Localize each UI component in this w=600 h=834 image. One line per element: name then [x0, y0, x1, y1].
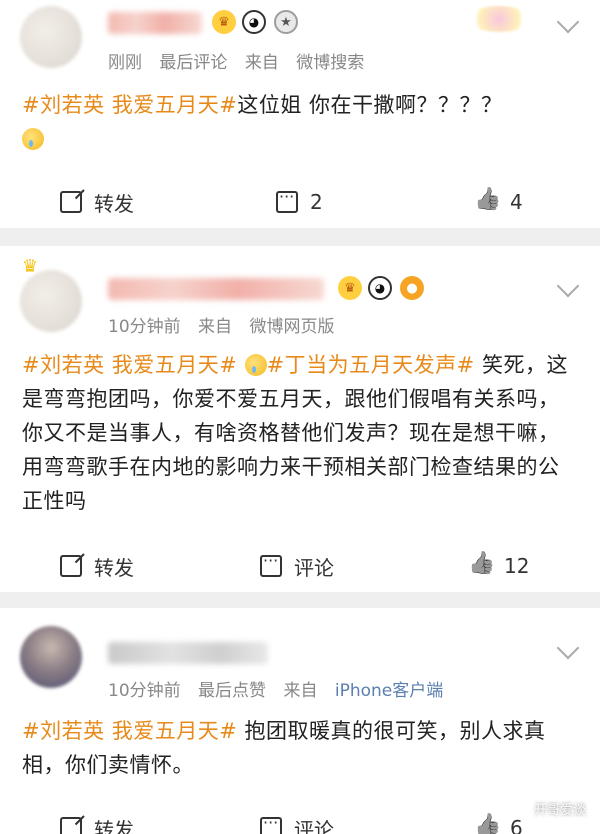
post-source[interactable]: iPhone客户端 — [335, 681, 443, 701]
share-icon — [60, 555, 82, 577]
avatar[interactable] — [20, 270, 82, 332]
thumbs-up-icon — [470, 555, 492, 577]
chevron-down-icon[interactable] — [556, 10, 580, 34]
avatar[interactable] — [20, 6, 82, 68]
like-count: 4 — [510, 190, 523, 214]
sweat-emoji-icon — [244, 354, 267, 376]
chevron-down-icon[interactable] — [556, 274, 580, 298]
share-icon — [60, 817, 82, 834]
comment-icon — [276, 187, 298, 213]
comment-icon — [260, 813, 282, 834]
comment-button[interactable]: 2 — [276, 182, 323, 222]
comment-text: #刘若英 我爱五月天# #丁当为五月天发声# 笑死，这是弯弯抱团吗，你爱不爱五月… — [22, 348, 576, 518]
like-count: 12 — [504, 554, 530, 578]
avatar[interactable] — [20, 626, 82, 688]
comment-text: #刘若英 我爱五月天#这位姐 你在干撒啊？？？？ — [22, 88, 576, 156]
comment-button[interactable]: 评论 — [260, 808, 334, 834]
like-button[interactable]: 6 — [476, 808, 523, 834]
comment-button[interactable]: 评论 — [260, 546, 334, 586]
post-flag: 最后点赞 — [198, 681, 267, 701]
comment-text: #刘若英 我爱五月天# 抱团取暖真的很可笑，别人求真相，你们卖情怀。 — [22, 714, 576, 782]
post-time: 刚刚 — [108, 53, 142, 73]
comment-label: 评论 — [294, 817, 334, 834]
thumbs-up-icon — [476, 191, 498, 213]
crown-icon: ♛ — [22, 256, 39, 277]
share-label: 转发 — [94, 191, 134, 216]
share-icon — [60, 191, 82, 213]
post-source: 微博网页版 — [249, 317, 335, 337]
comment-label: 评论 — [294, 555, 334, 580]
source-prefix: 来自 — [244, 53, 279, 73]
panda-badge-icon: ◕ — [242, 10, 266, 34]
comment-card-1: ♛ ◕ ★ 刚刚 最后评论 来自 微博搜索 #刘若英 我爱五月天#这位姐 你在干… — [0, 0, 600, 228]
chevron-down-icon[interactable] — [556, 636, 580, 660]
post-time: 10分钟前 — [108, 317, 181, 337]
comment-count: 2 — [310, 190, 323, 214]
share-label: 转发 — [94, 555, 134, 580]
action-bar: 转发 评论 6 — [0, 808, 600, 834]
post-meta: 刚刚 最后评论 来自 微博搜索 — [108, 48, 376, 73]
username-blurred[interactable] — [108, 642, 268, 664]
crown-badge-icon: ♛ — [338, 276, 362, 300]
sweat-emoji-icon — [22, 128, 44, 150]
like-button[interactable]: 4 — [476, 182, 523, 222]
hashtag-link-2[interactable]: #丁当为五月天发声# — [267, 353, 475, 377]
post-meta: 10分钟前 来自 微博网页版 — [108, 312, 346, 337]
share-label: 转发 — [94, 817, 134, 834]
like-count: 6 — [510, 816, 523, 834]
comment-body: 这位姐 你在干撒啊？？？？ — [237, 93, 503, 117]
source-prefix: 来自 — [283, 681, 318, 701]
like-button[interactable]: 12 — [470, 546, 529, 586]
comment-card-3: 10分钟前 最后点赞 来自 iPhone客户端 #刘若英 我爱五月天# 抱团取暖… — [0, 608, 600, 834]
decoration-icon — [468, 6, 530, 32]
crown-badge-icon: ♛ — [212, 10, 236, 34]
hashtag-link[interactable]: #刘若英 我爱五月天# — [22, 353, 237, 377]
share-button[interactable]: 转发 — [60, 546, 134, 586]
watermark: 开哥爱谈 — [533, 803, 586, 818]
post-source: 微博搜索 — [296, 53, 365, 73]
hashtag-link[interactable]: #刘若英 我爱五月天# — [22, 719, 237, 743]
hashtag-link[interactable]: #刘若英 我爱五月天# — [22, 93, 237, 117]
panda-badge-icon: ◕ — [368, 276, 392, 300]
source-prefix: 来自 — [198, 317, 233, 337]
action-bar: 转发 2 4 — [0, 182, 600, 222]
comment-body: 笑死，这是弯弯抱团吗，你爱不爱五月天，跟他们假唱有关系吗，你又不是当事人，有啥资… — [22, 353, 568, 513]
medal-badge-icon: ★ — [274, 10, 298, 34]
comment-icon — [260, 551, 282, 577]
post-meta: 10分钟前 最后点赞 来自 iPhone客户端 — [108, 676, 443, 701]
post-time: 10分钟前 — [108, 681, 181, 701]
fish-badge-icon: ● — [400, 276, 424, 300]
username-blurred[interactable] — [108, 278, 324, 300]
username-blurred[interactable] — [108, 12, 202, 34]
share-button[interactable]: 转发 — [60, 808, 134, 834]
comment-card-2: ♛ ♛ ◕ ● 10分钟前 来自 微博网页版 #刘若英 我爱五月天# #丁当为五… — [0, 246, 600, 592]
share-button[interactable]: 转发 — [60, 182, 134, 222]
post-flag: 最后评论 — [159, 53, 228, 73]
action-bar: 转发 评论 12 — [0, 546, 600, 586]
thumbs-up-icon — [476, 817, 498, 834]
